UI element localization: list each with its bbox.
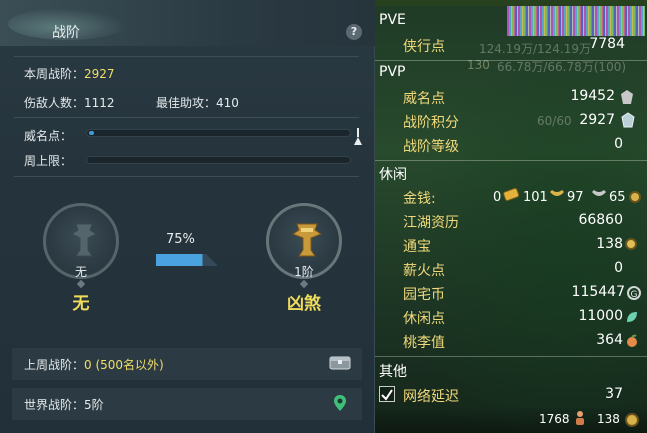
world-rank-label: 世界战阶： [24,398,85,412]
leisure-item-label: 桃李值 [403,335,445,351]
pvp-item-label: 战阶等级 [403,139,459,155]
prestige-bar-fill [89,131,95,135]
latency-label: 网络延迟 [403,389,459,405]
help-button[interactable]: ? [346,24,362,40]
leisure-item-value: 0 [614,260,623,276]
week-cap-label: 周上限： [24,154,73,168]
assist-label: 最佳助攻： [156,96,217,110]
currency-overlay: 124.19万/124.19万 130 66.78万/66.78万(100) 6… [375,0,647,433]
prestige-bar [86,129,351,137]
current-rank-name: 无 [72,294,90,314]
diamond-ornament [76,279,86,289]
leisure-item-value: 364 [596,332,623,348]
pvp-item-value: 2927 [579,112,615,128]
assist-value: 410 [216,96,239,110]
cap-marker-icon [354,128,362,145]
money-coin-value: 65 [609,190,626,205]
week-rank-value: 2927 [84,67,115,81]
bg-hp-text: 124.19万/124.19万 [479,42,592,56]
peach-icon [627,334,637,347]
kills-label: 伤敌人数： [24,96,85,110]
diamond-ornament [299,279,309,289]
money-gold-value: 0 [493,190,502,205]
leisure-item-label: 江湖资历 [403,215,459,231]
money-copper-value: 97 [567,190,584,205]
week-rank-row: 本周战阶：2927 [24,65,115,82]
divider [14,117,359,118]
location-pin-icon[interactable] [333,394,347,412]
svg-text:G: G [631,290,638,300]
last-week-text: 上周战阶：0 (500名以外) [24,356,164,373]
pvp-item-value: 0 [614,136,623,152]
leisure-item-value: 66860 [578,212,623,228]
silver-ingot-icon [550,190,564,196]
money-label: 金钱: [403,191,436,207]
character-icon [576,411,584,425]
bg-energy: 60/60 [537,114,572,128]
progress-arrow-fill [156,254,203,266]
rank-panel: 战阶 ? 本周战阶：2927 伤敌人数：1112 最佳助攻：410 威名点： 周… [0,0,375,433]
next-emblem-caption: 1阶 [294,265,314,279]
prestige-label: 威名点： [24,129,73,143]
money-silver-value: 101 [523,190,548,205]
latency-value: 37 [605,386,623,402]
copper-coin-icon [629,191,641,203]
leaf-icon [627,312,637,322]
chest-icon[interactable] [329,354,351,370]
section-other-title: 其他 [379,364,407,380]
tongbao-coin-icon [625,413,639,427]
tongbao-coin-icon [625,238,637,250]
panel-title: 战阶 [52,25,80,41]
divider [14,176,359,177]
copper-ingot-icon [592,190,606,196]
progress-percent: 75% [166,232,195,247]
kills-row: 伤敌人数：1112 [24,94,115,111]
section-divider [375,356,647,357]
pve-item-label: 侠行点 [403,39,445,55]
leisure-item-value: 11000 [578,308,623,324]
section-pvp-title: PVP [379,64,406,80]
week-cap-bar [86,156,351,164]
week-rank-label: 本周战阶： [24,67,85,81]
rank-badge-icon [71,223,97,257]
pve-item-value: 7784 [589,36,625,52]
leisure-item-label: 园宅币 [403,287,445,303]
rank-points-icon [621,112,635,128]
leisure-item-value: 115447 [571,284,625,300]
kills-value: 1112 [84,96,115,110]
world-rank-value: 5阶 [84,398,104,412]
prestige-token-icon [621,90,633,104]
gold-ingot-icon [503,187,519,202]
housing-coin-icon: G [627,286,641,300]
rank-badge-icon [291,223,323,257]
leisure-item-label: 休闲点 [403,311,445,327]
leisure-item-value: 138 [596,236,623,252]
progress-arrow [156,254,218,266]
section-leisure-title: 休闲 [379,167,407,183]
section-divider [375,160,647,161]
divider [14,56,359,57]
checkmark-icon [381,389,393,401]
pvp-item-label: 战阶积分 [403,115,459,131]
pvp-item-value: 19452 [570,88,615,104]
current-emblem-caption: 无 [74,265,87,279]
leisure-item-label: 通宝 [403,239,431,255]
section-divider [375,60,647,61]
status-glitch-bar [507,6,645,36]
pvp-item-label: 威名点 [403,91,445,107]
last-week-value: 0 (500名以外) [84,358,164,372]
section-pve-title: PVE [379,12,406,28]
leisure-item-label: 薪火点 [403,263,445,279]
panel-header: 战阶 ? [0,0,375,46]
latency-checkbox[interactable] [379,386,395,402]
footer-value-a: 1768 [539,412,570,426]
world-rank-text: 世界战阶：5阶 [24,396,104,413]
last-week-label: 上周战阶： [24,358,85,372]
footer-value-b: 138 [597,412,620,426]
assist-row: 最佳助攻：410 [156,94,239,111]
next-rank-name: 凶煞 [287,294,321,314]
